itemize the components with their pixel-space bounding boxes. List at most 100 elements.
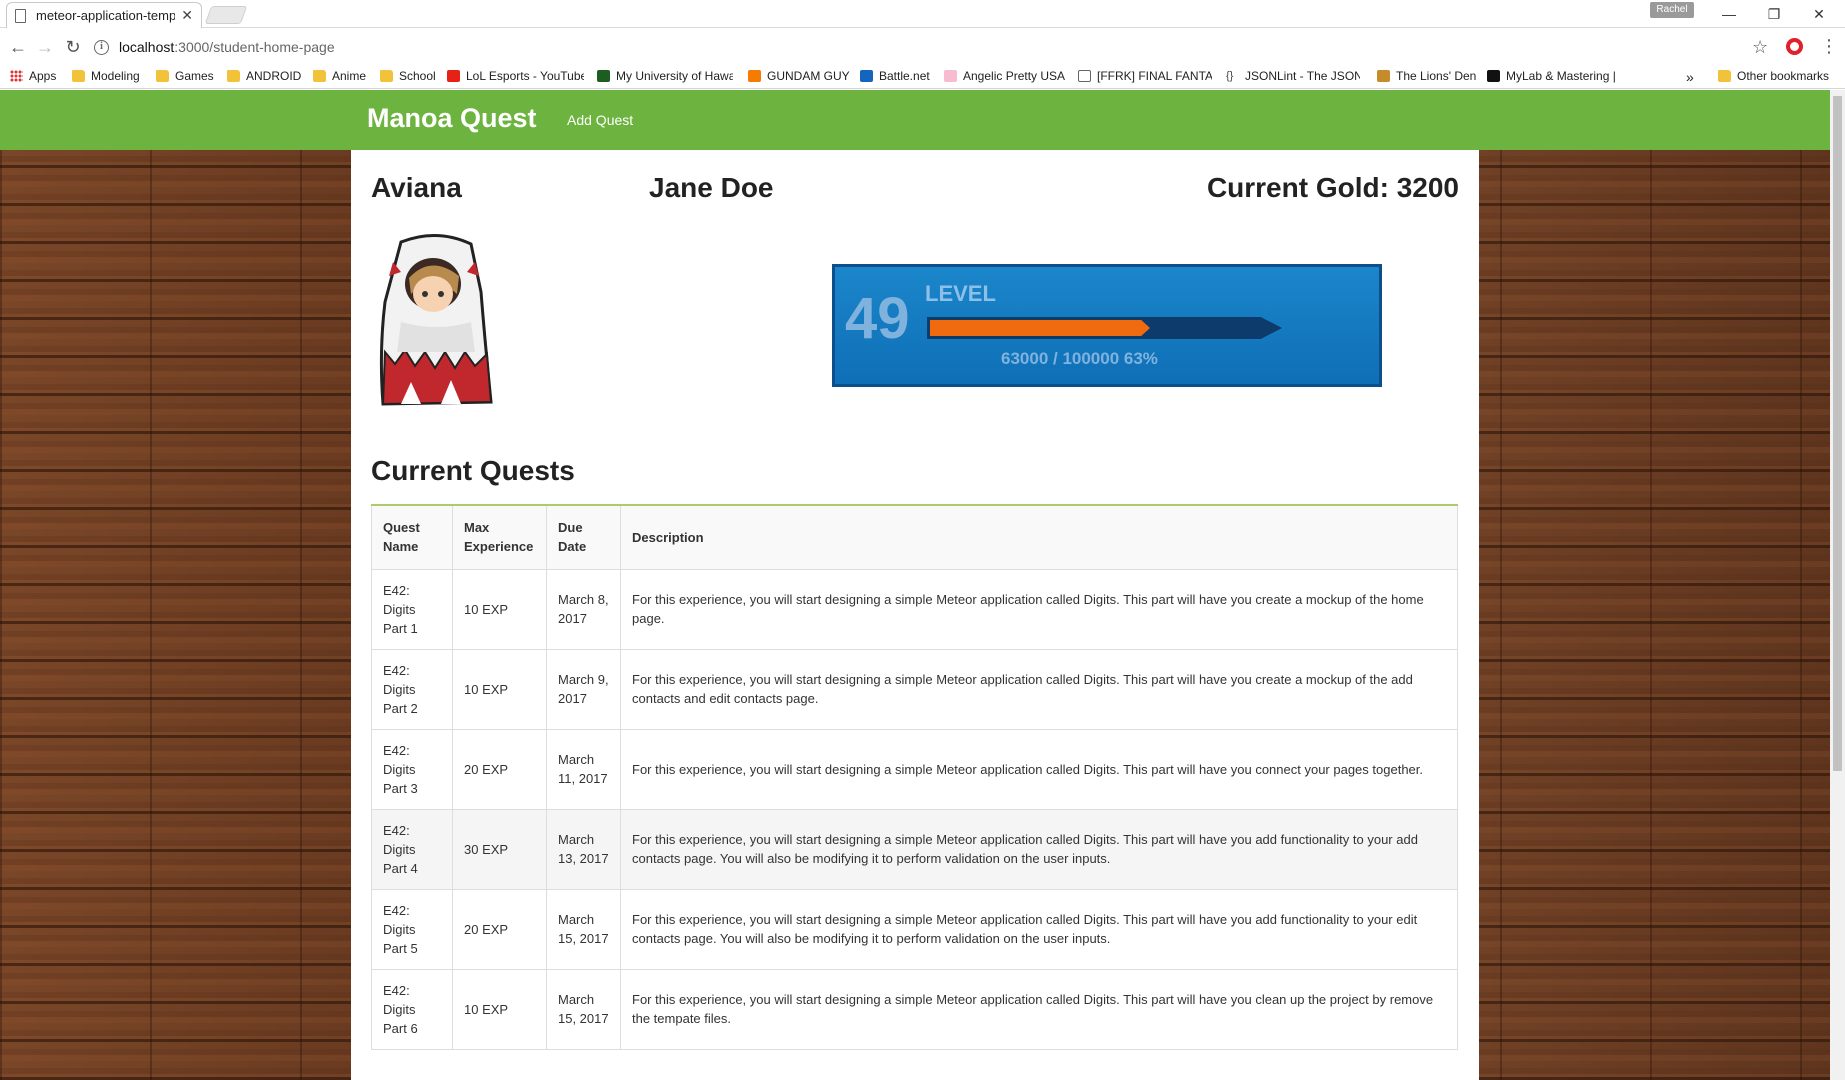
character-avatar — [379, 233, 493, 406]
bookmark-university[interactable]: My University of Hawai — [597, 69, 733, 83]
bookmark-star-icon[interactable]: ☆ — [1752, 37, 1768, 58]
table-row: E42: Digits Part 4 30 EXP March 13, 2017… — [371, 808, 1458, 890]
quest-due-cell: March 11, 2017 — [546, 728, 621, 810]
xp-progress-fill — [930, 320, 1150, 336]
quest-name-cell: E42: Digits Part 5 — [371, 888, 453, 970]
page-viewport: Manoa Quest Add Quest Aviana Jane Doe Cu… — [0, 90, 1830, 1080]
brand-logo[interactable]: Manoa Quest — [367, 103, 537, 134]
quest-description-cell: For this experience, you will start desi… — [620, 568, 1458, 650]
quest-name-cell: E42: Digits Part 6 — [371, 968, 453, 1050]
quest-description-cell: For this experience, you will start desi… — [620, 888, 1458, 970]
restore-icon[interactable]: ❐ — [1759, 4, 1789, 24]
quest-description-cell: For this experience, you will start desi… — [620, 968, 1458, 1050]
browser-tab[interactable]: meteor-application-temp ✕ — [6, 2, 202, 28]
quest-exp-cell: 20 EXP — [452, 728, 547, 810]
folder-icon — [380, 70, 393, 82]
blogger-icon — [748, 70, 761, 82]
bookmark-mylab[interactable]: MyLab & Mastering | — [1487, 69, 1621, 83]
table-row: E42: Digits Part 5 20 EXP March 15, 2017… — [371, 888, 1458, 970]
table-header-row: Quest Name Max Experience Due Date Descr… — [371, 504, 1458, 570]
bookmark-lol-esports[interactable]: LoL Esports - YouTube — [447, 69, 584, 83]
current-gold: Current Gold: 3200 — [1206, 172, 1459, 203]
forward-arrow-icon[interactable]: → — [35, 37, 55, 57]
xp-progress-text: 63000 / 100000 63% — [1001, 349, 1158, 368]
opera-extension-icon[interactable] — [1786, 38, 1803, 55]
quest-exp-cell: 10 EXP — [452, 648, 547, 730]
quest-description-cell: For this experience, you will start desi… — [620, 728, 1458, 810]
student-name: Jane Doe — [649, 172, 774, 203]
quest-name-cell: E42: Digits Part 3 — [371, 728, 453, 810]
table-row: E42: Digits Part 1 10 EXP March 8, 2017 … — [371, 568, 1458, 650]
level-label: LEVEL — [925, 281, 996, 306]
tab-close-icon[interactable]: ✕ — [181, 7, 193, 24]
bookmark-lions-den[interactable]: The Lions' Den — [1377, 69, 1476, 83]
address-bar[interactable]: i localhost:3000/student-home-page — [94, 33, 1704, 61]
youtube-icon — [447, 70, 460, 82]
angelic-pretty-icon — [944, 70, 957, 82]
page-scrollbar[interactable] — [1830, 90, 1845, 1080]
quest-description-cell: For this experience, you will start desi… — [620, 648, 1458, 730]
level-number: 49 — [845, 286, 910, 351]
quest-due-cell: March 13, 2017 — [546, 808, 621, 890]
column-header-max-experience: Max Experience — [452, 504, 547, 570]
main-content: Aviana Jane Doe Current Gold: 3200 49 LE… — [351, 150, 1479, 1080]
quests-table: Quest Name Max Experience Due Date Descr… — [371, 504, 1458, 1050]
url-path: :3000/student-home-page — [174, 39, 335, 55]
current-quests-heading: Current Quests — [371, 455, 575, 486]
browser-toolbar: ← → ↻ i localhost:3000/student-home-page… — [0, 29, 1845, 65]
quest-due-cell: March 9, 2017 — [546, 648, 621, 730]
table-row: E42: Digits Part 2 10 EXP March 9, 2017 … — [371, 648, 1458, 730]
quest-due-cell: March 15, 2017 — [546, 968, 621, 1050]
quest-due-cell: March 15, 2017 — [546, 888, 621, 970]
bookmark-modeling[interactable]: Modeling — [72, 69, 140, 83]
bookmarks-bar: Apps Modeling Games ANDROID Anime School… — [0, 65, 1845, 89]
bookmarks-overflow-button[interactable]: » — [1686, 69, 1694, 85]
bookmark-games[interactable]: Games — [156, 69, 214, 83]
quest-exp-cell: 10 EXP — [452, 568, 547, 650]
info-icon[interactable]: i — [94, 39, 109, 55]
browser-tab-strip: meteor-application-temp ✕ Rachel — ❐ ✕ — [0, 0, 1845, 28]
bookmark-school[interactable]: School — [380, 69, 436, 83]
folder-icon — [72, 70, 85, 82]
quest-exp-cell: 30 EXP — [452, 808, 547, 890]
back-arrow-icon[interactable]: ← — [8, 37, 28, 57]
lion-icon — [1377, 70, 1390, 82]
xp-progress-bar — [927, 317, 1282, 339]
profile-user-chip[interactable]: Rachel — [1650, 2, 1694, 18]
add-quest-link[interactable]: Add Quest — [567, 112, 633, 128]
bookmark-battlenet[interactable]: Battle.net — [860, 69, 930, 83]
folder-icon — [313, 70, 326, 82]
quest-exp-cell: 10 EXP — [452, 968, 547, 1050]
bookmark-apps[interactable]: Apps — [10, 69, 56, 83]
table-row: E42: Digits Part 6 10 EXP March 15, 2017… — [371, 968, 1458, 1050]
braces-icon: {} — [1226, 70, 1234, 82]
column-header-quest-name: Quest Name — [371, 504, 453, 570]
bookmark-ffrk[interactable]: [FFRK] FINAL FANTASY — [1078, 69, 1212, 83]
apps-grid-icon — [10, 70, 23, 82]
new-tab-button[interactable] — [204, 6, 248, 24]
minimize-icon[interactable]: — — [1714, 4, 1744, 24]
column-header-due-date: Due Date — [546, 504, 621, 570]
close-window-icon[interactable]: ✕ — [1804, 4, 1834, 24]
reload-icon[interactable]: ↻ — [63, 37, 83, 57]
scrollbar-thumb[interactable] — [1833, 96, 1842, 771]
bookmark-angelic-pretty[interactable]: Angelic Pretty USA — [944, 69, 1065, 83]
bookmark-android[interactable]: ANDROID — [227, 69, 301, 83]
bookmark-gundam-guy[interactable]: GUNDAM GUY — [748, 69, 850, 83]
tab-title: meteor-application-temp — [36, 8, 176, 23]
bookmark-jsonlint[interactable]: {} JSONLint - The JSON — [1226, 69, 1360, 83]
quest-name-cell: E42: Digits Part 4 — [371, 808, 453, 890]
quest-exp-cell: 20 EXP — [452, 888, 547, 970]
level-panel: 49 LEVEL 63000 / 100000 63% — [832, 264, 1382, 387]
column-header-description: Description — [620, 504, 1458, 570]
app-navbar: Manoa Quest Add Quest — [0, 90, 1830, 150]
document-icon — [15, 8, 26, 23]
pearson-icon — [1487, 70, 1500, 82]
folder-icon — [156, 70, 169, 82]
folder-icon — [1718, 70, 1731, 82]
bookmark-anime[interactable]: Anime — [313, 69, 366, 83]
bookmark-other[interactable]: Other bookmarks — [1718, 69, 1829, 83]
browser-menu-icon[interactable]: ⋮ — [1820, 36, 1838, 57]
quest-name-cell: E42: Digits Part 2 — [371, 648, 453, 730]
quest-due-cell: March 8, 2017 — [546, 568, 621, 650]
